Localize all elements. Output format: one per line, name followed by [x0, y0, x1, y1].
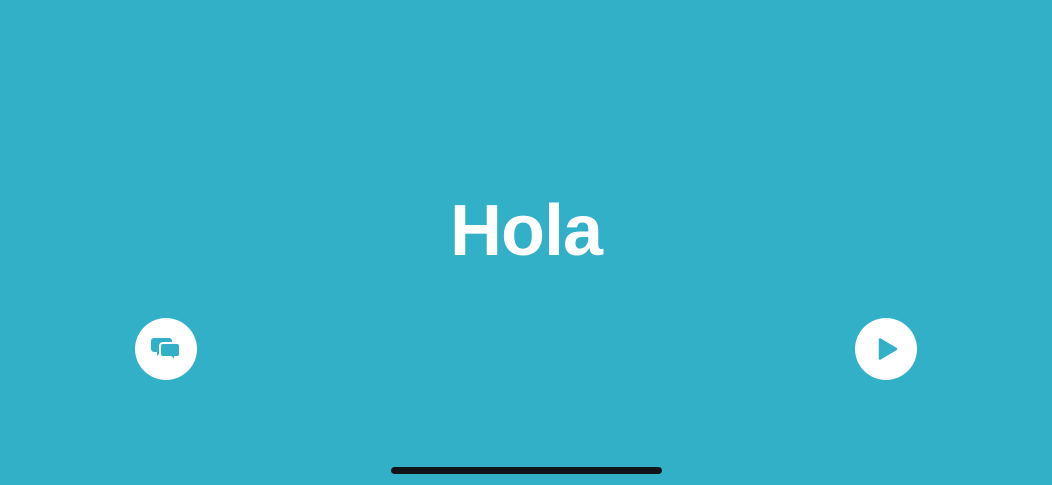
- home-indicator[interactable]: [391, 467, 662, 474]
- conversation-button[interactable]: [135, 318, 197, 380]
- flashcard-screen: Hola: [0, 0, 1052, 485]
- flashcard-word: Hola: [449, 191, 603, 271]
- speech-bubbles-icon: [151, 338, 181, 362]
- play-audio-button[interactable]: [855, 318, 917, 380]
- play-icon: [878, 338, 898, 360]
